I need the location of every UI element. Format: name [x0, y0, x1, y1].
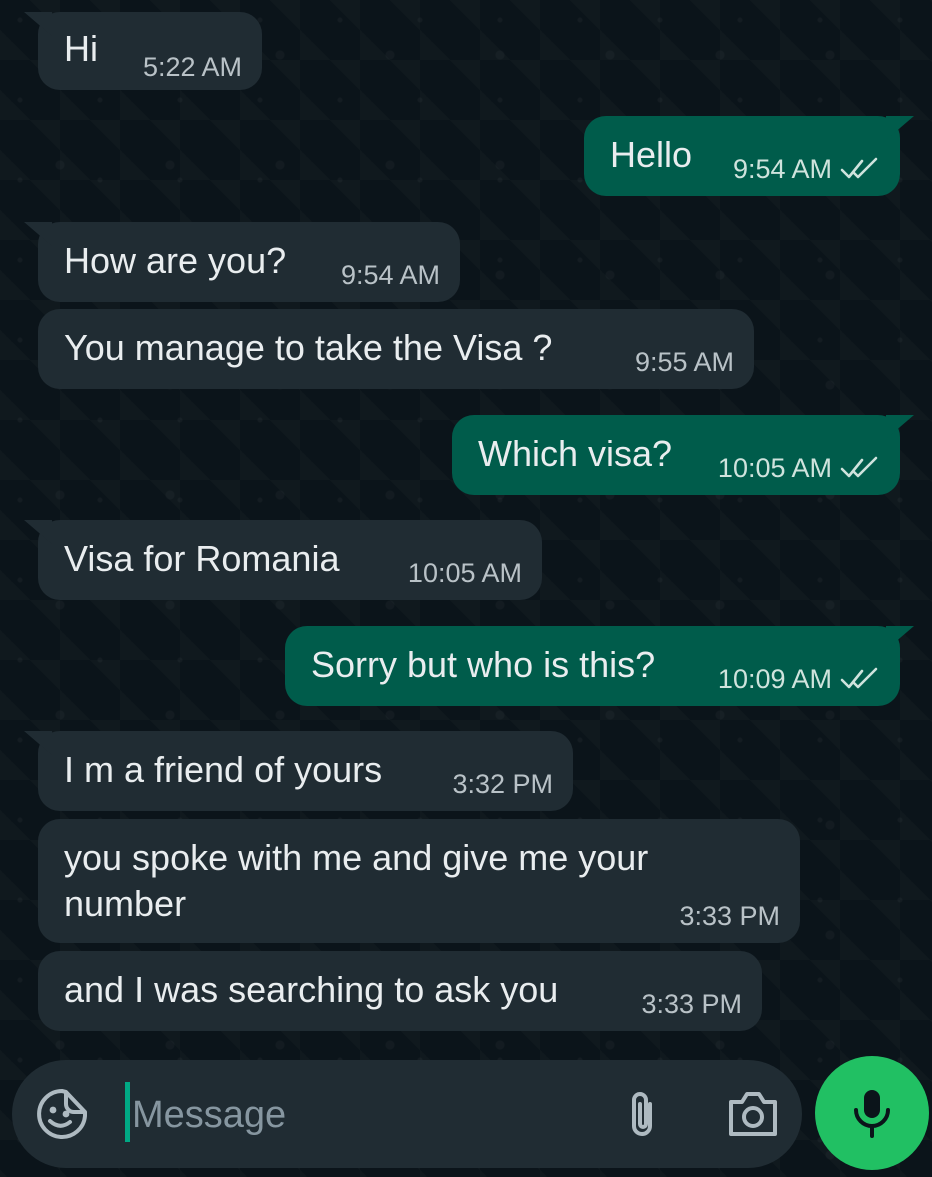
message-input[interactable] [130, 1084, 594, 1146]
message-time: 10:05 AM [407, 558, 522, 588]
double-check-icon [840, 456, 878, 478]
message-time: 9:55 AM [634, 347, 734, 377]
message-time-row: 3:33 PM [679, 901, 780, 931]
double-check-icon [840, 157, 878, 179]
microphone-icon [854, 1090, 890, 1138]
message-text: How are you? [64, 240, 287, 281]
outgoing-message[interactable]: Sorry but who is this? 10:09 AM [285, 626, 914, 706]
message-text: you spoke with me and give me your numbe… [64, 837, 649, 924]
incoming-message[interactable]: and I was searching to ask you 3:33 PM [38, 951, 762, 1031]
message-time-row: 9:54 AM [341, 260, 440, 290]
message-time-row: 10:09 AM [718, 664, 880, 694]
message-time-row: 5:22 AM [143, 52, 242, 82]
message-text: Hello [610, 134, 693, 175]
outgoing-message[interactable]: Which visa? 10:05 AM [452, 415, 914, 495]
message-time-row: 3:32 PM [452, 769, 553, 799]
message-text: and I was searching to ask you [64, 969, 559, 1010]
sticker-smiley-icon[interactable] [36, 1088, 88, 1140]
message-time: 3:32 PM [452, 769, 553, 799]
message-time-row: 9:55 AM [635, 347, 734, 377]
double-check-icon [840, 667, 878, 689]
message-time-row: 3:33 PM [641, 989, 742, 1019]
incoming-message[interactable]: You manage to take the Visa ? 9:55 AM [38, 309, 754, 389]
message-time-row: 9:54 AM [733, 154, 880, 184]
message-text: Hi [64, 28, 98, 69]
voice-message-button[interactable] [815, 1056, 929, 1170]
incoming-message[interactable]: Visa for Romania 10:05 AM [24, 520, 542, 600]
incoming-message[interactable]: Hi 5:22 AM [24, 12, 262, 90]
message-text: Visa for Romania [64, 538, 340, 579]
message-time: 9:54 AM [340, 260, 440, 290]
message-time: 3:33 PM [679, 901, 780, 931]
incoming-message[interactable]: you spoke with me and give me your numbe… [38, 819, 800, 943]
incoming-message[interactable]: How are you? 9:54 AM [24, 222, 460, 302]
outgoing-message[interactable]: Hello 9:54 AM [584, 116, 914, 196]
message-text: You manage to take the Visa ? [64, 327, 553, 368]
message-text: Sorry but who is this? [311, 644, 656, 685]
incoming-message[interactable]: I m a friend of yours 3:32 PM [24, 731, 573, 811]
message-time: 10:05 AM [717, 453, 832, 483]
message-text: I m a friend of yours [64, 749, 383, 790]
message-composer [12, 1060, 802, 1168]
message-time: 3:33 PM [641, 989, 742, 1019]
message-time-row: 10:05 AM [408, 558, 522, 588]
message-time-row: 10:05 AM [718, 453, 880, 483]
message-time: 10:09 AM [717, 664, 832, 694]
message-time: 5:22 AM [142, 52, 242, 82]
message-time: 9:54 AM [732, 154, 832, 184]
paperclip-icon[interactable] [620, 1088, 664, 1142]
camera-icon[interactable] [725, 1088, 781, 1140]
message-text: Which visa? [478, 433, 673, 474]
